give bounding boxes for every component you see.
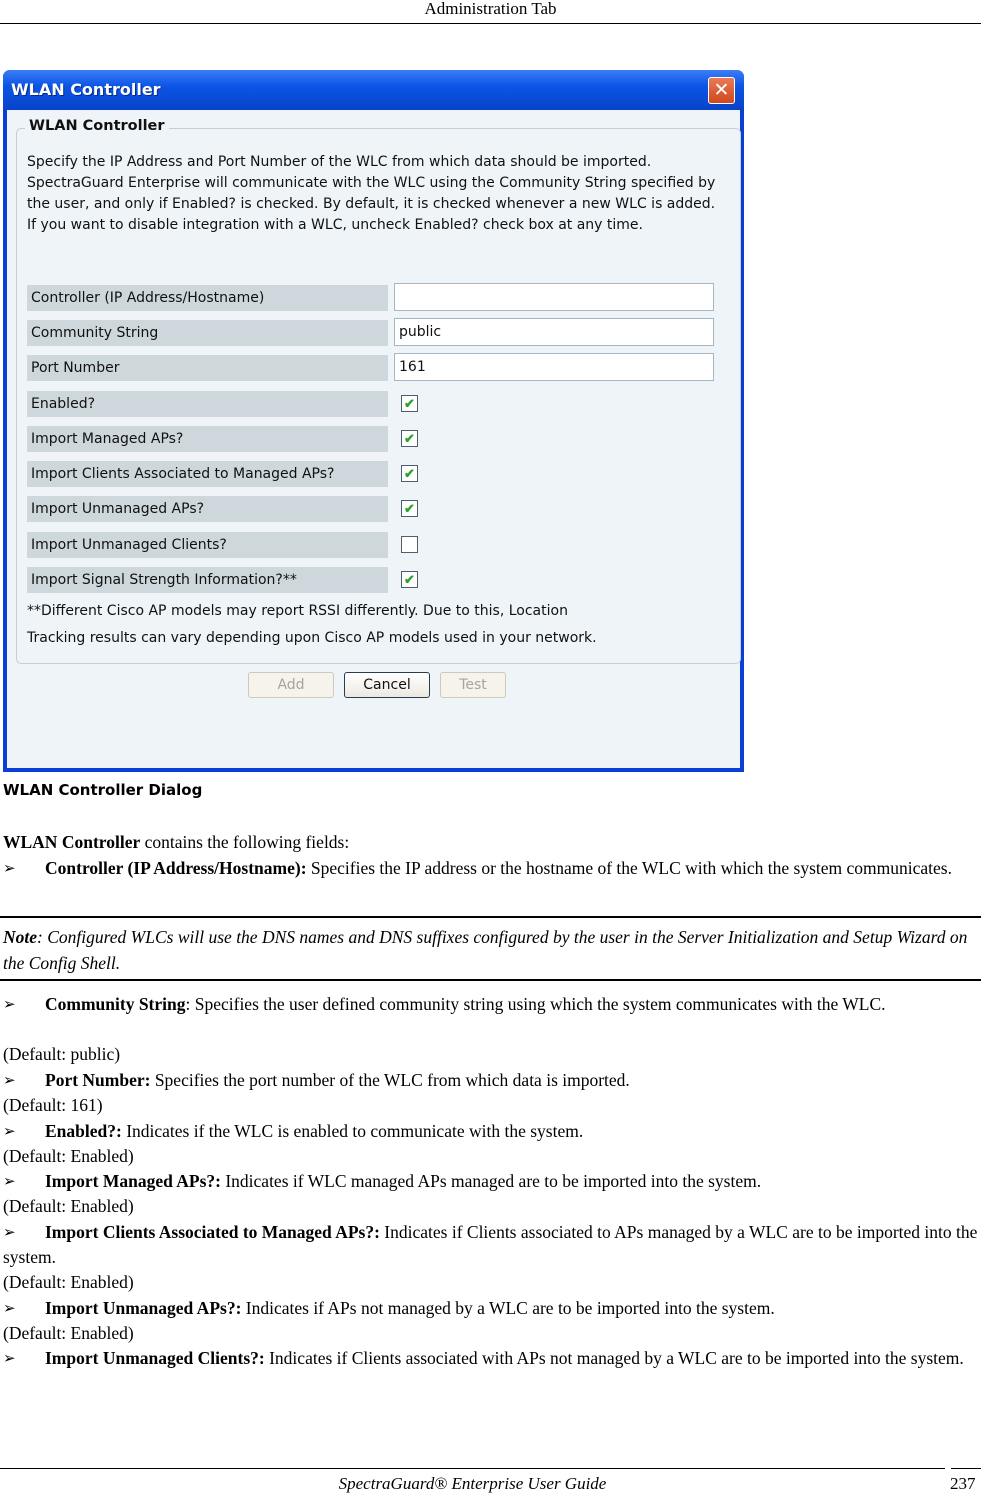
field-term: Enabled?: (45, 1121, 122, 1141)
field-term: Import Clients Associated to Managed APs… (45, 1222, 380, 1242)
controller-input[interactable] (394, 283, 714, 311)
footer-title: SpectraGuard® Enterprise User Guide (338, 1474, 607, 1493)
field-desc: : Specifies the user defined community s… (185, 994, 886, 1014)
field-term: Import Unmanaged APs?: (45, 1298, 242, 1318)
field-desc: Indicates if APs not managed by a WLC ar… (241, 1298, 775, 1318)
dialog-titlebar[interactable]: WLAN Controller ✕ (3, 70, 744, 110)
footer-rule (0, 1468, 945, 1469)
dialog-title: WLAN Controller (11, 80, 161, 99)
rssi-footnote-line1: **Different Cisco AP models may report R… (27, 603, 568, 619)
field-description: Import Clients Associated to Managed APs… (3, 1220, 978, 1270)
field-term: Controller (IP Address/Hostname): (45, 858, 307, 878)
import-unmanaged-clients-checkbox[interactable] (401, 536, 418, 553)
figure-caption: WLAN Controller Dialog (3, 781, 203, 799)
field-default: (Default: Enabled) (3, 1146, 134, 1166)
field-label: Port Number (27, 355, 388, 381)
field-description: Import Unmanaged APs?: Indicates if APs … (3, 1296, 978, 1321)
note-bottom-rule (0, 979, 981, 981)
field-label: Import Unmanaged Clients? (27, 532, 388, 558)
intro-paragraph: WLAN Controller contains the following f… (3, 830, 978, 855)
field-description: Community String: Specifies the user def… (3, 992, 978, 1017)
field-desc: Indicates if WLC managed APs managed are… (220, 1171, 762, 1191)
intro-text: contains the following fields: (140, 832, 350, 852)
field-default: (Default: public) (3, 1044, 121, 1064)
field-label: Import Clients Associated to Managed APs… (27, 461, 388, 487)
close-button[interactable]: ✕ (708, 77, 735, 104)
field-term: Import Managed APs?: (45, 1171, 221, 1191)
group-title: WLAN Controller (25, 118, 169, 134)
field-default: (Default: Enabled) (3, 1196, 134, 1216)
field-description: Controller (IP Address/Hostname): Specif… (3, 856, 978, 881)
intro-term: WLAN Controller (3, 832, 141, 852)
add-button[interactable]: Add (248, 672, 334, 698)
import-managed-aps-checkbox[interactable]: ✔ (401, 430, 418, 447)
field-desc: Indicates if Clients associated with APs… (264, 1348, 964, 1368)
dialog-body: WLAN Controller Specify the IP Address a… (7, 110, 741, 768)
field-description: Port Number: Specifies the port number o… (3, 1068, 978, 1093)
footer-rule-short (951, 1468, 981, 1469)
note-block: Note: Configured WLCs will use the DNS n… (3, 924, 978, 976)
field-label: Import Managed APs? (27, 426, 388, 452)
field-description: Import Managed APs?: Indicates if WLC ma… (3, 1169, 978, 1194)
field-label: Community String (27, 320, 388, 346)
field-description: Import Unmanaged Clients?: Indicates if … (3, 1346, 978, 1371)
field-term: Port Number: (45, 1070, 151, 1090)
field-default: (Default: 161) (3, 1095, 103, 1115)
field-label: Controller (IP Address/Hostname) (27, 285, 388, 311)
test-button[interactable]: Test (440, 672, 506, 698)
note-top-rule (0, 916, 981, 918)
field-desc: Specifies the IP address or the hostname… (306, 858, 952, 878)
field-desc: Specifies the port number of the WLC fro… (150, 1070, 630, 1090)
wlan-controller-dialog: WLAN Controller ✕ WLAN Controller Specif… (3, 70, 744, 772)
page-header: Administration Tab (0, 0, 981, 24)
field-term: Community String (45, 994, 186, 1014)
community-string-input[interactable] (394, 318, 714, 346)
field-term: Import Unmanaged Clients?: (45, 1348, 265, 1368)
field-description: Enabled?: Indicates if the WLC is enable… (3, 1119, 978, 1144)
bullet-arrow-icon: ➢ (3, 861, 16, 877)
import-signal-strength-checkbox[interactable]: ✔ (401, 571, 418, 588)
import-unmanaged-aps-checkbox[interactable]: ✔ (401, 500, 418, 517)
field-default: (Default: Enabled) (3, 1272, 134, 1292)
field-label: Import Unmanaged APs? (27, 496, 388, 522)
cancel-button[interactable]: Cancel (344, 672, 430, 698)
group-description: Specify the IP Address and Port Number o… (27, 154, 716, 233)
field-label: Enabled? (27, 391, 388, 417)
import-clients-managed-checkbox[interactable]: ✔ (401, 465, 418, 482)
note-label: Note (3, 927, 38, 947)
field-label: Import Signal Strength Information?** (27, 567, 388, 593)
field-desc: Indicates if the WLC is enabled to commu… (121, 1121, 584, 1141)
close-icon: ✕ (713, 79, 730, 101)
page-number: 237 (950, 1474, 976, 1493)
rssi-footnote-line2: Tracking results can vary depending upon… (27, 630, 597, 646)
enabled-checkbox[interactable]: ✔ (401, 395, 418, 412)
port-number-input[interactable] (394, 353, 714, 381)
note-text: : Configured WLCs will use the DNS names… (3, 927, 968, 973)
field-default: (Default: Enabled) (3, 1323, 134, 1343)
